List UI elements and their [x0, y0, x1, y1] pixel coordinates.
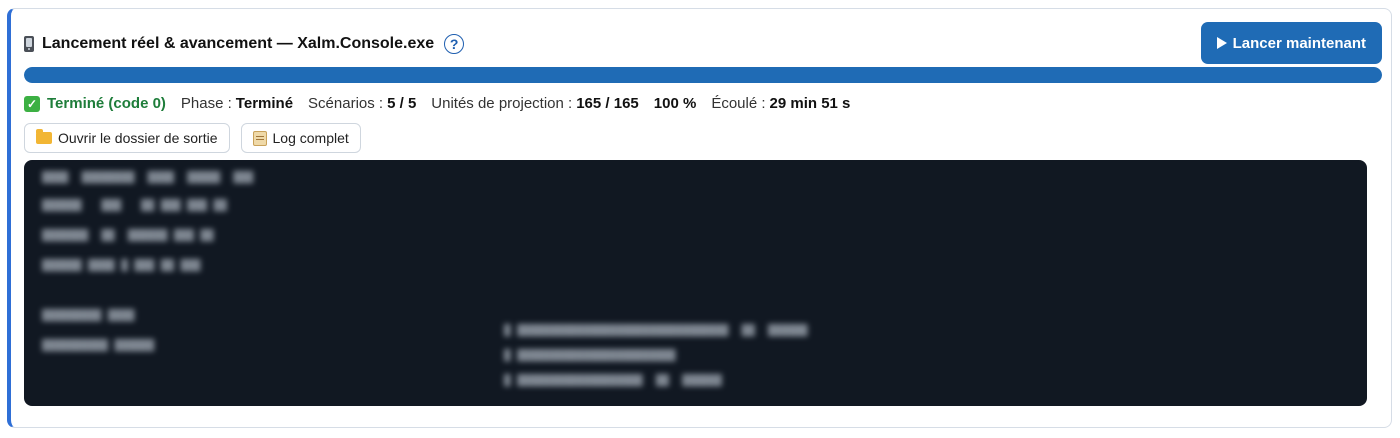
- console-blurred-text: █ ███████████████████ ██ ██████: [504, 375, 722, 387]
- checkmark-icon: ✓: [24, 95, 40, 112]
- console-blurred-text: ██████ ███ ██ ███ ███ ██: [42, 200, 227, 212]
- console-blurred-text: ██████████ ██████: [42, 340, 155, 352]
- elapsed-label: Écoulé :: [711, 95, 766, 112]
- full-log-button[interactable]: Log complet: [240, 123, 361, 153]
- scroll-icon: [252, 130, 267, 146]
- mobile-phone-icon: [22, 36, 36, 52]
- console-blurred-text: ███████ ██ ██████ ███ ██: [42, 230, 214, 242]
- phase-label: Phase :: [180, 95, 232, 112]
- console-blurred-text: █████████ ████: [42, 310, 135, 322]
- console-blurred-text: ████ ████████ ████ █████ ███: [42, 172, 254, 184]
- card-header: Lancement réel & avancement — Xalm.Conso…: [22, 22, 1382, 66]
- run-now-label: Lancer maintenant: [1232, 34, 1366, 52]
- console-blurred-text: █ ████████████████████████████████ ██ ██…: [504, 325, 808, 337]
- play-icon: [1216, 37, 1227, 49]
- run-now-button[interactable]: Lancer maintenant: [1200, 22, 1382, 64]
- title-row: Lancement réel & avancement — Xalm.Conso…: [22, 34, 465, 54]
- help-icon[interactable]: ?: [444, 34, 465, 54]
- folder-icon: [36, 129, 52, 144]
- scenarios-label: Scénarios :: [308, 95, 384, 112]
- card-title: Lancement réel & avancement — Xalm.Conso…: [42, 35, 435, 52]
- percent-value: 100 %: [653, 95, 697, 112]
- open-output-folder-button[interactable]: Ouvrir le dossier de sortie: [24, 123, 230, 153]
- console-output[interactable]: ████ ████████ ████ █████ ███ ██████ ███ …: [24, 160, 1367, 406]
- elapsed-value: 29 min 51 s: [769, 95, 851, 112]
- scenarios-value: 5 / 5: [387, 95, 417, 112]
- open-output-folder-label: Ouvrir le dossier de sortie: [58, 130, 218, 146]
- units-label: Unités de projection :: [431, 95, 573, 112]
- progress-bar-fill: [24, 67, 1382, 83]
- full-log-label: Log complet: [272, 130, 349, 146]
- status-done: Terminé (code 0): [47, 95, 166, 112]
- status-line: ✓ Terminé (code 0) Phase : Terminé Scéna…: [24, 95, 850, 112]
- phase-value: Terminé: [235, 95, 294, 112]
- progress-bar: [24, 67, 1382, 83]
- action-buttons: Ouvrir le dossier de sortie Log complet: [24, 123, 361, 153]
- console-blurred-text: ██████ ████ █ ███ ██ ███: [42, 260, 201, 272]
- units-value: 165 / 165: [576, 95, 639, 112]
- console-blurred-text: █ ████████████████████████: [504, 350, 676, 362]
